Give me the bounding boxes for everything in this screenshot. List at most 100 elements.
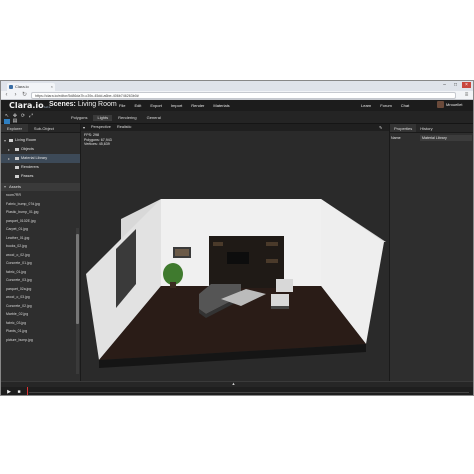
app-header: Clara.iobeta Scenes: Living Room File Ed… (1, 100, 473, 111)
property-label: Name (391, 136, 401, 140)
shading-dropdown[interactable]: Realistic (117, 125, 131, 129)
tree-item-renderers[interactable]: Renderers (1, 163, 80, 172)
scene-icon (9, 139, 13, 142)
scene-render[interactable] (81, 124, 389, 381)
explorer-panel: Explorer Sub-Object ▾ Living Room ▸ Obje… (1, 124, 81, 381)
reload-icon[interactable]: ↻ (21, 92, 28, 99)
expand-icon[interactable]: ▾ (4, 136, 6, 145)
menu-export[interactable]: Export (150, 103, 162, 108)
close-button[interactable]: × (462, 82, 471, 88)
properties-panel: Properties History Name Material Library (389, 124, 473, 381)
user-menu[interactable]: Mrouellet (437, 101, 462, 108)
app-logo[interactable]: Clara.iobeta (9, 101, 50, 110)
browser-tab[interactable]: Clara.io × (7, 83, 55, 91)
maximize-button[interactable]: □ (451, 82, 460, 88)
forward-icon[interactable]: › (12, 92, 19, 99)
timeline-ruler[interactable]: ▲ (1, 382, 473, 387)
asset-item[interactable]: Carpet_01.jpg (1, 225, 80, 234)
view-mode-dropdown[interactable]: Perspective (91, 125, 111, 129)
asset-item[interactable]: parquet_02a.jpg (1, 285, 80, 294)
playhead[interactable] (27, 387, 28, 395)
viewport[interactable]: ▾ Perspective Realistic ✎ FPS: 298 Polyg… (81, 124, 389, 381)
asset-item[interactable]: room7RR (1, 191, 80, 200)
tab-lights[interactable]: Lights (93, 115, 113, 121)
address-bar[interactable]: https://clara.io/editor/5d86da7b-c39c-45… (31, 92, 456, 99)
asset-item[interactable]: Concrete_01.jpg (1, 259, 80, 268)
viewport-bar: ▾ Perspective Realistic ✎ (81, 124, 389, 131)
stop-icon[interactable]: ■ (16, 389, 22, 395)
asset-item[interactable]: Concrete_02.jpg (1, 302, 80, 311)
expand-icon[interactable]: ▸ (8, 154, 10, 163)
asset-item[interactable]: wood_o_03.jpg (1, 293, 80, 302)
window-controls: – □ × (440, 82, 471, 88)
asset-item[interactable]: fabric_01.jpg (1, 268, 80, 277)
scrollbar[interactable] (76, 228, 79, 374)
tab-history[interactable]: History (416, 124, 436, 132)
asset-item[interactable]: picture_bump.jpg (1, 336, 80, 345)
browser-menu-icon[interactable]: ≡ (463, 92, 470, 99)
tab-properties[interactable]: Properties (390, 124, 417, 132)
timeline: ▲ ▶ ■ (1, 381, 473, 395)
folder-icon (15, 175, 19, 178)
collapse-icon[interactable]: ▾ (4, 183, 6, 191)
assets-label: Assets (9, 184, 22, 189)
subtabs: Polygons Lights Rendering General (67, 115, 165, 121)
back-icon[interactable]: ‹ (3, 92, 10, 99)
minimize-button[interactable]: – (440, 82, 449, 88)
panel-toggle-icon[interactable]: ▲ (231, 382, 236, 386)
scale-icon[interactable]: ⤢ (28, 113, 34, 119)
folder-icon (15, 148, 19, 151)
tab-general[interactable]: General (143, 115, 165, 121)
asset-item[interactable]: fabric_03.jpg (1, 319, 80, 328)
asset-item[interactable]: Concrete_03.jpg (1, 276, 80, 285)
main-menu: File Edit Export Import Render Materials (119, 103, 230, 108)
asset-item[interactable]: parquet_0102E.jpg (1, 217, 80, 226)
scene-title: Scenes: Living Room (49, 101, 117, 108)
pencil-icon[interactable]: ✎ (379, 125, 382, 130)
asset-item[interactable]: Plastic_bump_01.jpg (1, 208, 80, 217)
asset-item[interactable]: Leather_01.jpg (1, 234, 80, 243)
tab-title: Clara.io (15, 84, 29, 89)
tree-item-living-room[interactable]: ▾ Living Room (1, 136, 80, 145)
tree-item-material-library[interactable]: ▸ Material Library (1, 154, 80, 163)
timeline-track[interactable] (29, 392, 469, 393)
property-name-field[interactable]: Material Library (420, 135, 472, 141)
tab-explorer[interactable]: Explorer (1, 124, 28, 132)
tab-sub-object[interactable]: Sub-Object (28, 124, 60, 132)
menu-edit[interactable]: Edit (134, 103, 141, 108)
favicon-icon (9, 85, 13, 89)
avatar (437, 101, 444, 108)
explorer-tabs: Explorer Sub-Object (1, 124, 80, 133)
asset-item[interactable]: Marble_02.jpg (1, 310, 80, 319)
viewport-menu-icon[interactable]: ▾ (83, 125, 85, 130)
address-row: ‹ › ↻ https://clara.io/editor/5d86da7b-c… (1, 91, 473, 100)
expand-icon[interactable]: ▸ (8, 145, 10, 154)
menu-import[interactable]: Import (171, 103, 182, 108)
asset-item[interactable]: wood_o_02.jpg (1, 251, 80, 260)
tab-polygons[interactable]: Polygons (67, 115, 91, 121)
menu-learn[interactable]: Learn (361, 103, 371, 108)
play-icon[interactable]: ▶ (6, 389, 12, 395)
asset-item[interactable]: books_02.jpg (1, 242, 80, 251)
tab-rendering[interactable]: Rendering (114, 115, 140, 121)
menu-file[interactable]: File (119, 103, 125, 108)
toolbar: ↖ ✥ ⟳ ⤢ ▤ Polygons Lights Rendering Gene… (1, 111, 473, 124)
asset-item[interactable]: Fabric_bump_07d.jpg (1, 200, 80, 209)
tree-item-passes[interactable]: Passes (1, 172, 80, 181)
menu-materials[interactable]: Materials (213, 103, 229, 108)
tab-close-icon[interactable]: × (51, 83, 53, 91)
scrollbar-thumb[interactable] (76, 234, 79, 324)
tree-item-objects[interactable]: ▸ Objects (1, 145, 80, 154)
browser-tabstrip: Clara.io × – □ × (1, 81, 473, 91)
plant (163, 263, 183, 285)
rotate-icon[interactable]: ⟳ (20, 113, 26, 119)
property-name-row: Name Material Library (390, 135, 473, 142)
menu-forum[interactable]: Forum (380, 103, 392, 108)
asset-item[interactable]: Plants_01.jpg (1, 327, 80, 336)
menu-chat[interactable]: Chat (401, 103, 409, 108)
tree-item-label: Objects (21, 147, 34, 151)
assets-header[interactable]: ▾ Assets (1, 183, 80, 191)
tree-item-label: Material Library (21, 156, 48, 160)
tree-item-label: Passes (21, 174, 34, 178)
menu-render[interactable]: Render (191, 103, 204, 108)
